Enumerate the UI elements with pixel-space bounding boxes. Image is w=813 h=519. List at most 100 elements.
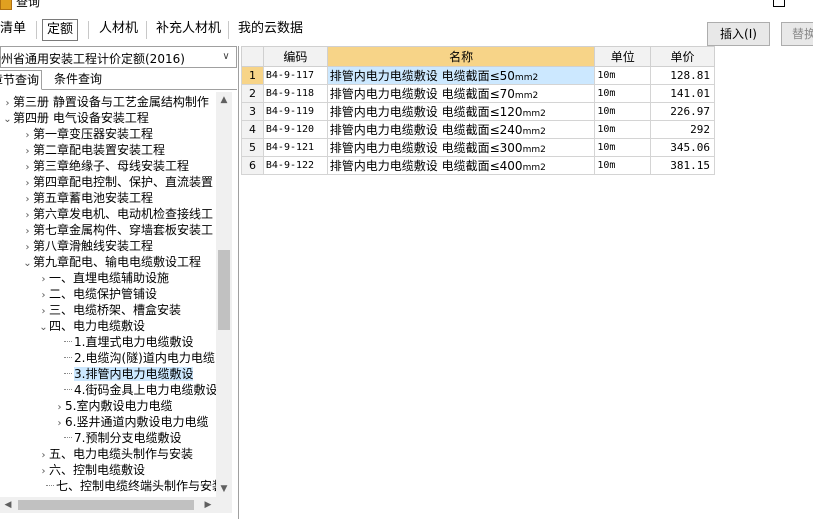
row-number[interactable]: 1 bbox=[241, 66, 264, 85]
chevron-down-icon[interactable]: ⌄ bbox=[2, 112, 13, 128]
tab-quota[interactable]: 定额 bbox=[42, 19, 79, 41]
tree-node[interactable]: › 一、直埋电缆辅助设施 bbox=[38, 270, 170, 286]
table-row[interactable]: 2 B4-9-118 排管内电力电缆敷设 电缆截面≤70mm2 10m 141.… bbox=[241, 84, 715, 103]
scroll-right-icon[interactable]: ▶ bbox=[200, 497, 216, 513]
cell-code[interactable]: B4-9-122 bbox=[262, 156, 328, 175]
tree-leaf[interactable]: 4.街码金具上电力电缆敷设 bbox=[64, 382, 216, 398]
row-number[interactable]: 2 bbox=[241, 84, 264, 103]
tab-bill[interactable]: 清单 bbox=[0, 19, 30, 41]
column-header-unit[interactable]: 单位 bbox=[594, 46, 652, 67]
cell-price[interactable]: 226.97 bbox=[650, 102, 715, 121]
cell-unit[interactable]: 10m bbox=[594, 84, 652, 103]
chevron-down-icon[interactable]: ⌄ bbox=[38, 320, 49, 336]
scroll-up-icon[interactable]: ▲ bbox=[216, 92, 232, 108]
cell-price[interactable]: 292 bbox=[650, 120, 715, 139]
row-number[interactable]: 5 bbox=[241, 138, 264, 157]
cell-name-text: 排管内电力电缆敷设 电缆截面≤240 bbox=[329, 123, 523, 137]
row-number[interactable]: 6 bbox=[241, 156, 264, 175]
tab-chapter-search[interactable]: 章节查询 bbox=[0, 70, 43, 90]
tree-leaf[interactable]: 1.直埋式电力电缆敷设 bbox=[64, 334, 193, 350]
cell-price[interactable]: 345.06 bbox=[650, 138, 715, 157]
chevron-down-icon[interactable]: ⌄ bbox=[22, 256, 33, 272]
tree-node[interactable]: › 第五章蓄电池安装工程 bbox=[22, 190, 154, 206]
table-row[interactable]: 1 B4-9-117 排管内电力电缆敷设 电缆截面≤50mm2 10m 128.… bbox=[241, 66, 715, 85]
column-header-price[interactable]: 单价 bbox=[650, 46, 715, 67]
table-row[interactable]: 6 B4-9-122 排管内电力电缆敷设 电缆截面≤400mm2 10m 381… bbox=[241, 156, 715, 175]
cell-code[interactable]: B4-9-117 bbox=[262, 66, 328, 85]
tree-node[interactable]: › 第八章滑触线安装工程 bbox=[22, 238, 154, 254]
cell-price[interactable]: 128.81 bbox=[650, 66, 715, 85]
tab-my-cloud-data[interactable]: 我的云数据 bbox=[234, 19, 307, 41]
cell-name[interactable]: 排管内电力电缆敷设 电缆截面≤50mm2 bbox=[326, 66, 596, 85]
scroll-thumb[interactable] bbox=[218, 250, 230, 330]
tab-separator bbox=[228, 21, 229, 39]
tree-node[interactable]: › 六、控制电缆敷设 bbox=[38, 462, 146, 478]
cell-unit[interactable]: 10m bbox=[594, 66, 652, 85]
cell-price[interactable]: 381.15 bbox=[650, 156, 715, 175]
tree-leaf[interactable]: 七、控制电缆终端头制作与安装 bbox=[46, 478, 216, 494]
row-number[interactable]: 3 bbox=[241, 102, 264, 121]
tree-leaf[interactable]: 2.电缆沟(隧)道内电力电缆 bbox=[64, 350, 215, 366]
scroll-down-icon[interactable]: ▼ bbox=[216, 481, 232, 497]
cell-name[interactable]: 排管内电力电缆敷设 电缆截面≤240mm2 bbox=[326, 120, 596, 139]
table-row[interactable]: 3 B4-9-119 排管内电力电缆敷设 电缆截面≤120mm2 10m 226… bbox=[241, 102, 715, 121]
tree-node[interactable]: › 5.室内敷设电力电缆 bbox=[54, 398, 173, 414]
tab-supplementary-lmm[interactable]: 补充人材机 bbox=[152, 19, 225, 41]
cell-unit[interactable]: 10m bbox=[594, 102, 652, 121]
column-header-code[interactable]: 编码 bbox=[262, 46, 328, 67]
cell-code[interactable]: B4-9-119 bbox=[262, 102, 328, 121]
tree-node[interactable]: › 第三章绝缘子、母线安装工程 bbox=[22, 158, 190, 174]
tree-node[interactable]: › 第四章配电控制、保护、直流装置 bbox=[22, 174, 214, 190]
cell-price[interactable]: 141.01 bbox=[650, 84, 715, 103]
cell-code[interactable]: B4-9-118 bbox=[262, 84, 328, 103]
cell-name[interactable]: 排管内电力电缆敷设 电缆截面≤120mm2 bbox=[326, 102, 596, 121]
tree-node[interactable]: › 第一章变压器安装工程 bbox=[22, 126, 154, 142]
tree-leaf[interactable]: 7.预制分支电缆敷设 bbox=[64, 430, 181, 446]
tree-node[interactable]: › 第六章发电机、电动机检查接线工 bbox=[22, 206, 214, 222]
tree-node[interactable]: ⌄四、电力电缆敷设 bbox=[38, 318, 145, 334]
tab-condition-search[interactable]: 条件查询 bbox=[52, 70, 104, 90]
search-mode-tabs: 章节查询 条件查询 bbox=[0, 70, 237, 90]
table-row[interactable]: 5 B4-9-121 排管内电力电缆敷设 电缆截面≤300mm2 10m 345… bbox=[241, 138, 715, 157]
cell-unit[interactable]: 10m bbox=[594, 156, 652, 175]
tree-node[interactable]: ⌄第九章配电、输电电缆敷设工程 bbox=[22, 254, 201, 270]
row-number-header[interactable] bbox=[241, 46, 264, 67]
replace-button[interactable]: 替换 bbox=[781, 22, 813, 46]
cell-name[interactable]: 排管内电力电缆敷设 电缆截面≤70mm2 bbox=[326, 84, 596, 103]
table-row[interactable]: 4 B4-9-120 排管内电力电缆敷设 电缆截面≤240mm2 10m 292 bbox=[241, 120, 715, 139]
scroll-thumb[interactable] bbox=[18, 500, 194, 510]
tree-horizontal-scrollbar[interactable]: ◀ ▶ bbox=[0, 497, 232, 513]
tree-leaf-selected[interactable]: 3.排管内电力电缆敷设 bbox=[64, 366, 194, 382]
maximize-button[interactable] bbox=[773, 0, 785, 7]
toolbar: 清单 定额 人材机 补充人材机 我的云数据 插入(I) 替换 bbox=[0, 12, 813, 46]
app-icon bbox=[0, 0, 12, 10]
cell-unit[interactable]: 10m bbox=[594, 138, 652, 157]
chevron-down-icon[interactable]: ∨ bbox=[219, 49, 233, 65]
cell-code[interactable]: B4-9-120 bbox=[262, 120, 328, 139]
tree-node[interactable]: › 五、电力电缆头制作与安装 bbox=[38, 446, 194, 462]
quota-library-select[interactable]: 贵州省通用安装工程计价定额(2016) ∨ bbox=[0, 46, 237, 68]
tree-node[interactable]: › 6.竖井通道内敷设电力电缆 bbox=[54, 414, 209, 430]
scroll-left-icon[interactable]: ◀ bbox=[0, 497, 16, 513]
cell-code[interactable]: B4-9-121 bbox=[262, 138, 328, 157]
tree-node[interactable]: ⌄第四册 电气设备安装工程 bbox=[2, 110, 149, 126]
tree-vertical-scrollbar[interactable]: ▲ ▼ bbox=[216, 92, 232, 497]
cell-name-unit: mm2 bbox=[514, 73, 539, 83]
cell-name[interactable]: 排管内电力电缆敷设 电缆截面≤400mm2 bbox=[326, 156, 596, 175]
tab-separator bbox=[88, 21, 89, 39]
quota-library-value: 贵州省通用安装工程计价定额(2016) bbox=[0, 52, 185, 66]
tree-node[interactable]: › 第二章配电装置安装工程 bbox=[22, 142, 166, 158]
cell-name-unit: mm2 bbox=[522, 145, 546, 155]
tab-labor-material-machine[interactable]: 人材机 bbox=[95, 19, 142, 41]
tree-node[interactable]: › 第七章金属构件、穿墙套板安装工 bbox=[22, 222, 214, 238]
cell-name[interactable]: 排管内电力电缆敷设 电缆截面≤300mm2 bbox=[326, 138, 596, 157]
title-bar: 查询 bbox=[0, 0, 813, 12]
cell-unit[interactable]: 10m bbox=[594, 120, 652, 139]
tree-node[interactable]: › 三、电缆桥架、槽盒安装 bbox=[38, 302, 182, 318]
insert-button[interactable]: 插入(I) bbox=[707, 22, 770, 46]
tree-node[interactable]: › 第三册 静置设备与工艺金属结构制作 bbox=[2, 94, 209, 110]
row-number[interactable]: 4 bbox=[241, 120, 264, 139]
column-header-name[interactable]: 名称 bbox=[326, 46, 596, 67]
tree-node[interactable]: › 二、电缆保护管铺设 bbox=[38, 286, 158, 302]
tab-separator bbox=[146, 21, 147, 39]
